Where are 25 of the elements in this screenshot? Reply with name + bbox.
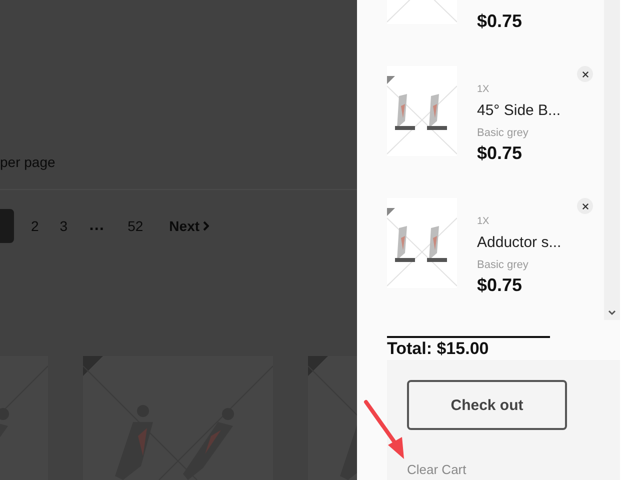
clear-cart-link[interactable]: Clear Cart xyxy=(407,462,466,477)
remove-item-button[interactable] xyxy=(577,198,593,214)
per-page-label: per page xyxy=(0,154,56,172)
chevron-right-icon xyxy=(202,221,209,231)
item-price: $0.75 xyxy=(477,11,522,32)
scrollbar[interactable] xyxy=(604,0,620,320)
page-link[interactable]: 3 xyxy=(58,216,70,236)
item-variant: Basic grey xyxy=(477,127,530,141)
pagination-ellipsis: … xyxy=(88,217,105,235)
item-variant: Basic grey xyxy=(477,259,530,273)
cart-total: Total: $15.00 xyxy=(387,338,490,360)
item-title: Adductor s... xyxy=(477,234,562,253)
checkout-button[interactable]: Check out xyxy=(407,380,567,430)
item-price: $0.75 xyxy=(477,275,524,296)
item-quantity: 1X xyxy=(477,84,490,97)
scroll-down-icon[interactable] xyxy=(608,310,616,316)
close-icon xyxy=(582,70,588,78)
close-icon xyxy=(582,202,588,210)
page-link[interactable]: 2 xyxy=(29,216,41,236)
item-quantity: 1X xyxy=(477,216,490,229)
item-title: 45° Side B... xyxy=(477,102,561,121)
item-price: $0.75 xyxy=(477,143,524,164)
page-link[interactable]: 52 xyxy=(126,216,146,236)
remove-item-button[interactable] xyxy=(577,66,593,82)
next-page-link[interactable]: Next xyxy=(169,218,209,234)
